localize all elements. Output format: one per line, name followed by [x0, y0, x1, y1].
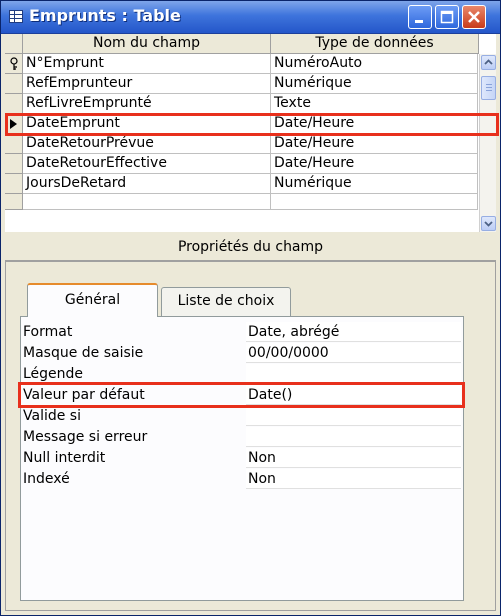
- field-name-cell[interactable]: [23, 194, 271, 210]
- field-name-cell[interactable]: N°Emprunt: [23, 54, 271, 74]
- table-icon: [9, 10, 23, 23]
- property-label: Null interdit: [23, 450, 106, 466]
- field-properties-panel: Général Liste de choix Format Date, abré…: [5, 261, 496, 611]
- close-button[interactable]: [462, 5, 486, 29]
- data-type-cell[interactable]: NuméroAuto: [271, 54, 478, 74]
- field-row[interactable]: RefEmprunteur Numérique: [5, 74, 478, 94]
- row-selector[interactable]: [5, 54, 23, 74]
- field-row-empty[interactable]: [5, 194, 478, 210]
- title-bar[interactable]: Emprunts : Table: [1, 1, 500, 34]
- data-type-cell[interactable]: Date/Heure: [271, 114, 478, 134]
- tab-lookup[interactable]: Liste de choix: [161, 287, 291, 316]
- vertical-scrollbar[interactable]: [479, 54, 496, 232]
- maximize-button[interactable]: [435, 5, 459, 29]
- property-row[interactable]: Format Date, abrégé: [21, 322, 463, 343]
- property-row[interactable]: Null interdit Non: [21, 448, 463, 469]
- property-value-validation-rule[interactable]: [246, 406, 461, 426]
- row-selector[interactable]: [5, 114, 23, 134]
- property-row[interactable]: Masque de saisie 00/00/0000: [21, 343, 463, 364]
- grid-corner: [5, 34, 23, 54]
- property-value-input-mask[interactable]: 00/00/0000: [246, 343, 461, 363]
- property-row[interactable]: Indexé Non: [21, 469, 463, 490]
- scroll-up-button[interactable]: [481, 55, 496, 70]
- data-type-cell[interactable]: Numérique: [271, 174, 478, 194]
- property-row[interactable]: Valide si: [21, 406, 463, 427]
- minimize-icon: [415, 20, 423, 23]
- field-row[interactable]: RefLivreEmprunté Texte: [5, 94, 478, 114]
- field-name-cell[interactable]: DateRetourEffective: [23, 154, 271, 174]
- row-selector[interactable]: [5, 94, 23, 114]
- table-design-window: Emprunts : Table Nom du champ Type de do…: [0, 0, 501, 616]
- chevron-up-icon: [484, 59, 493, 65]
- field-row[interactable]: DateRetourPrévue Date/Heure: [5, 134, 478, 154]
- property-label: Valide si: [23, 408, 81, 424]
- close-icon: [468, 11, 480, 23]
- property-label: Indexé: [23, 471, 70, 487]
- field-row[interactable]: JoursDeRetard Numérique: [5, 174, 478, 194]
- property-value-caption[interactable]: [246, 364, 461, 384]
- field-design-grid: Nom du champ Type de données N°Emprunt N…: [5, 34, 496, 232]
- property-row[interactable]: Valeur par défaut Date(): [21, 385, 463, 406]
- property-value-validation-text[interactable]: [246, 427, 461, 447]
- scroll-thumb[interactable]: [481, 76, 496, 100]
- property-value-default[interactable]: Date(): [246, 385, 461, 405]
- field-name-cell[interactable]: DateRetourPrévue: [23, 134, 271, 154]
- data-type-cell[interactable]: Texte: [271, 94, 478, 114]
- row-selector[interactable]: [5, 74, 23, 94]
- field-name-cell[interactable]: DateEmprunt: [23, 114, 271, 134]
- property-value-format[interactable]: Date, abrégé: [246, 322, 461, 342]
- property-value-required[interactable]: Non: [246, 448, 461, 468]
- property-row[interactable]: Message si erreur: [21, 427, 463, 448]
- property-row[interactable]: Légende: [21, 364, 463, 385]
- field-name-cell[interactable]: RefLivreEmprunté: [23, 94, 271, 114]
- row-selector[interactable]: [5, 134, 23, 154]
- current-row-arrow-icon: [10, 119, 17, 129]
- property-label: Légende: [23, 366, 84, 382]
- row-selector[interactable]: [5, 174, 23, 194]
- field-row-current[interactable]: DateEmprunt Date/Heure: [5, 114, 478, 134]
- key-icon: [10, 57, 18, 70]
- window-title: Emprunts : Table: [29, 6, 181, 25]
- property-label: Format: [23, 324, 73, 340]
- row-selector[interactable]: [5, 154, 23, 174]
- row-selector[interactable]: [5, 194, 23, 210]
- data-type-cell[interactable]: Numérique: [271, 74, 478, 94]
- field-row[interactable]: N°Emprunt NuméroAuto: [5, 54, 478, 74]
- minimize-button[interactable]: [408, 5, 432, 29]
- property-label: Message si erreur: [23, 429, 148, 445]
- field-row[interactable]: DateRetourEffective Date/Heure: [5, 154, 478, 174]
- general-properties: Format Date, abrégé Masque de saisie 00/…: [20, 316, 464, 601]
- maximize-icon: [440, 10, 454, 24]
- property-label: Valeur par défaut: [23, 387, 145, 403]
- column-header-name[interactable]: Nom du champ: [23, 34, 271, 54]
- field-properties-title: Propriétés du champ: [5, 234, 496, 261]
- field-name-cell[interactable]: RefEmprunteur: [23, 74, 271, 94]
- field-name-cell[interactable]: JoursDeRetard: [23, 174, 271, 194]
- column-header-type[interactable]: Type de données: [271, 34, 479, 54]
- scroll-down-button[interactable]: [481, 216, 496, 231]
- chevron-down-icon: [484, 221, 493, 227]
- tab-general[interactable]: Général: [27, 283, 158, 317]
- data-type-cell[interactable]: Date/Heure: [271, 154, 478, 174]
- data-type-cell[interactable]: [271, 194, 478, 210]
- data-type-cell[interactable]: Date/Heure: [271, 134, 478, 154]
- property-label: Masque de saisie: [23, 345, 144, 361]
- property-value-indexed[interactable]: Non: [246, 469, 461, 489]
